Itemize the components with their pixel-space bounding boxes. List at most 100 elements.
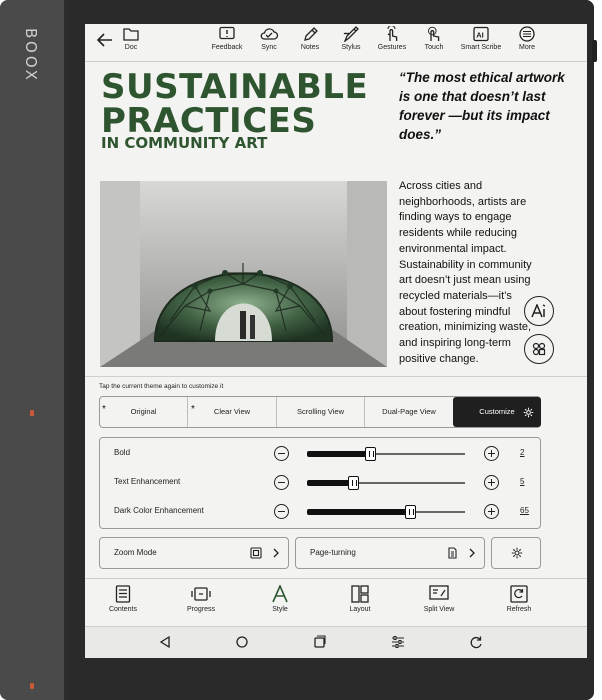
toolbar-sync[interactable]: Sync bbox=[247, 26, 291, 51]
slider-row-text-enhancement: Text Enhancement 5 bbox=[100, 471, 542, 495]
nav-contents[interactable]: Contents bbox=[93, 585, 153, 613]
toolbar-notes[interactable]: Notes bbox=[288, 26, 332, 51]
page-settings-button[interactable] bbox=[491, 537, 541, 569]
slider-row-dark-color-enhancement: Dark Color Enhancement 65 bbox=[100, 500, 542, 524]
reader-bottom-nav: Contents Progress Style Layout Split Vie… bbox=[85, 578, 587, 624]
tab-dual-page-view[interactable]: Dual-Page View bbox=[365, 397, 453, 427]
tab-original[interactable]: * Original bbox=[100, 397, 188, 427]
nav-style[interactable]: Style bbox=[250, 585, 310, 613]
favorite-star-icon: * bbox=[191, 404, 195, 415]
accent-stripe bbox=[30, 410, 34, 416]
theme-tabs: * Original * Clear View Scrolling View D… bbox=[99, 396, 541, 428]
page-turning-label: Page-turning bbox=[310, 548, 356, 557]
contents-icon bbox=[115, 585, 131, 603]
slider-label: Bold bbox=[114, 448, 131, 457]
slider-fill bbox=[307, 451, 371, 457]
home-circle-icon[interactable] bbox=[235, 635, 249, 649]
enhancement-sliders: Bold 2 Text Enhancement 5 Dark Color Enh… bbox=[99, 437, 541, 529]
slider-handle[interactable] bbox=[404, 505, 416, 519]
zoom-mode-button[interactable]: Zoom Mode bbox=[99, 537, 289, 569]
tab-label: Clear View bbox=[213, 407, 251, 416]
slider-row-bold: Bold 2 bbox=[100, 442, 542, 466]
toolbar-more[interactable]: More bbox=[505, 26, 549, 51]
refresh-icon bbox=[510, 585, 528, 603]
recents-icon[interactable] bbox=[313, 635, 327, 649]
ai-assistant-button[interactable] bbox=[524, 296, 554, 326]
article-subtitle: IN COMMUNITY ART bbox=[101, 134, 268, 152]
layout-icon bbox=[351, 585, 369, 603]
tab-label: Original bbox=[130, 407, 157, 416]
nav-label: Refresh bbox=[506, 606, 532, 613]
nav-split-view[interactable]: Split View bbox=[409, 585, 469, 613]
settings-sliders-icon[interactable] bbox=[391, 635, 405, 649]
increase-button[interactable] bbox=[484, 475, 499, 490]
toolbar-label: Smart Scribe bbox=[460, 44, 502, 51]
style-icon bbox=[272, 585, 288, 603]
slider-handle[interactable] bbox=[365, 447, 377, 461]
toolbar-label: Touch bbox=[424, 44, 444, 51]
decrease-button[interactable] bbox=[274, 504, 289, 519]
power-button[interactable] bbox=[592, 40, 597, 62]
apps-button[interactable] bbox=[524, 334, 554, 364]
tab-label: Customize bbox=[479, 407, 515, 416]
toolbar-gestures[interactable]: Gestures bbox=[370, 26, 414, 51]
increase-button[interactable] bbox=[484, 504, 499, 519]
toolbar-label: Feedback bbox=[211, 44, 243, 51]
title-line: SUSTAINABLE bbox=[101, 67, 369, 107]
nav-label: Split View bbox=[423, 606, 455, 613]
ai-icon: AI bbox=[473, 26, 489, 42]
slider-track[interactable] bbox=[307, 447, 465, 461]
top-toolbar: Doc Feedback Sync Notes Stylus Gestures … bbox=[85, 24, 587, 62]
nav-label: Progress bbox=[186, 606, 215, 613]
nav-progress[interactable]: Progress bbox=[171, 585, 231, 613]
refresh-arrow-icon[interactable] bbox=[469, 635, 483, 649]
decrease-button[interactable] bbox=[274, 475, 289, 490]
nav-refresh[interactable]: Refresh bbox=[489, 585, 549, 613]
toolbar-doc[interactable]: Doc bbox=[109, 26, 153, 51]
pull-quote: “The most ethical artwork is one that do… bbox=[399, 70, 565, 142]
theme-hint: Tap the current theme again to customize… bbox=[99, 383, 224, 390]
slider-handle[interactable] bbox=[347, 476, 359, 490]
toolbar-touch[interactable]: Touch bbox=[412, 26, 456, 51]
slider-fill bbox=[307, 509, 410, 515]
accent-stripe bbox=[30, 683, 34, 689]
tab-label: Dual-Page View bbox=[382, 407, 436, 416]
article-body: Across cities and neighborhoods, artists… bbox=[399, 180, 532, 365]
slider-track[interactable] bbox=[307, 476, 465, 490]
toolbar-label: Stylus bbox=[341, 44, 361, 51]
chevron-right-icon bbox=[273, 548, 279, 558]
toolbar-label: Sync bbox=[261, 44, 277, 51]
cloud-sync-icon bbox=[260, 28, 279, 40]
slider-track[interactable] bbox=[307, 505, 465, 519]
toolbar-feedback[interactable]: Feedback bbox=[205, 26, 249, 51]
back-triangle-icon[interactable] bbox=[158, 635, 172, 649]
geodesic-dome-image bbox=[100, 181, 387, 367]
tab-scrolling-view[interactable]: Scrolling View bbox=[277, 397, 365, 427]
gear-icon bbox=[511, 547, 523, 559]
slider-fill bbox=[307, 480, 353, 486]
tab-customize[interactable]: Customize bbox=[453, 397, 541, 427]
increase-button[interactable] bbox=[484, 446, 499, 461]
slider-value[interactable]: 5 bbox=[520, 477, 524, 486]
ai-icon bbox=[531, 304, 546, 318]
toolbar-label: Notes bbox=[300, 44, 320, 51]
brand-logo: BOOX bbox=[22, 28, 40, 83]
svg-text:AI: AI bbox=[476, 31, 484, 40]
decrease-button[interactable] bbox=[274, 446, 289, 461]
stylus-icon bbox=[343, 26, 359, 42]
toolbar-label: Gestures bbox=[377, 44, 407, 51]
device-spine: BOOX bbox=[0, 0, 66, 700]
page-turning-button[interactable]: Page-turning bbox=[295, 537, 485, 569]
toolbar-stylus[interactable]: Stylus bbox=[329, 26, 373, 51]
folder-icon bbox=[123, 28, 139, 41]
nav-label: Layout bbox=[349, 606, 371, 613]
slider-value[interactable]: 2 bbox=[520, 448, 524, 457]
toolbar-smart-scribe[interactable]: AI Smart Scribe bbox=[459, 26, 503, 51]
slider-value[interactable]: 65 bbox=[520, 506, 529, 515]
nav-layout[interactable]: Layout bbox=[330, 585, 390, 613]
nav-label: Style bbox=[272, 606, 288, 613]
slider-label: Text Enhancement bbox=[114, 477, 181, 486]
touch-icon bbox=[428, 26, 440, 41]
tab-clear-view[interactable]: * Clear View bbox=[188, 397, 277, 427]
gear-icon bbox=[523, 407, 534, 418]
